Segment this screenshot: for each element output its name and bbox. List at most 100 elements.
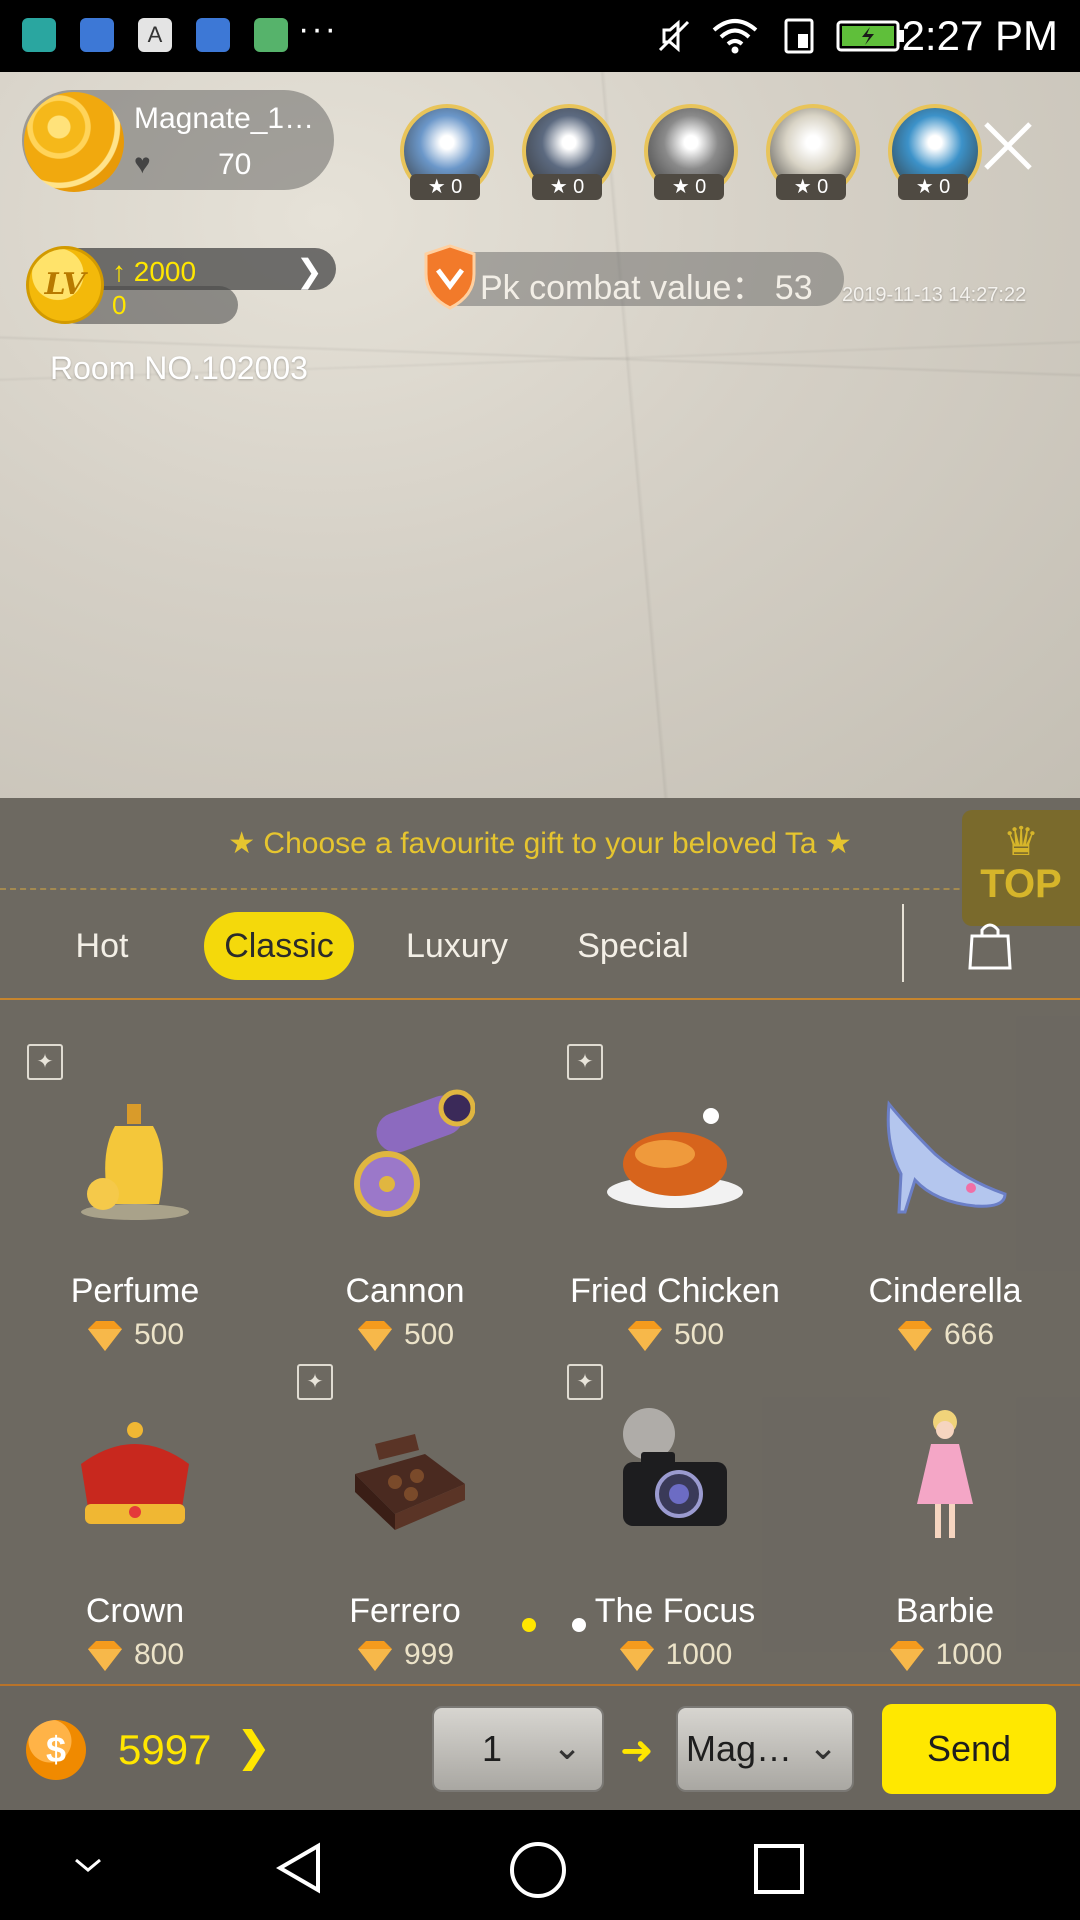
back-icon[interactable] xyxy=(272,1840,328,1896)
page-indicator-active xyxy=(522,1618,536,1632)
tab-special[interactable]: Special xyxy=(572,912,694,980)
chevron-down-icon[interactable] xyxy=(72,1856,104,1876)
home-icon[interactable] xyxy=(508,1840,568,1900)
coin-balance[interactable]: 5997 xyxy=(118,1726,211,1774)
chevron-right-icon[interactable]: ❯ xyxy=(236,1722,271,1771)
tab-hot[interactable]: Hot xyxy=(60,912,144,980)
close-icon[interactable] xyxy=(980,118,1036,174)
status-bar: A ··· 2:27 PM xyxy=(0,0,1080,72)
effect-badge-icon: ✦ xyxy=(27,1044,63,1080)
crown-icon xyxy=(81,1422,189,1524)
top-button[interactable]: ♛ TOP xyxy=(962,810,1080,926)
gift-item-ferrero[interactable]: ✦ Ferrero 999 xyxy=(270,1364,540,1694)
timestamp: 2019-11-13 14:27:22 xyxy=(842,284,1027,306)
viewer-badge: ★ 0 xyxy=(776,174,846,200)
diamond-icon xyxy=(889,1641,924,1672)
viewer-badge: ★ 0 xyxy=(410,174,480,200)
gift-price: 1000 xyxy=(810,1638,1080,1673)
bag-icon[interactable] xyxy=(966,918,1014,972)
recipient-select[interactable]: Magn… ⌄ xyxy=(676,1706,854,1792)
gift-price: 500 xyxy=(270,1318,540,1353)
effect-badge-icon: ✦ xyxy=(297,1364,333,1400)
baidu-icon xyxy=(80,18,114,52)
gift-item-the-focus[interactable]: ✦ The Focus 1000 xyxy=(540,1364,810,1694)
sim-icon xyxy=(784,18,814,54)
wifi-icon xyxy=(712,19,758,54)
quantity-value: 1 xyxy=(482,1728,503,1769)
tab-classic[interactable]: Classic xyxy=(204,912,354,980)
send-button[interactable]: Send xyxy=(882,1704,1056,1794)
gift-price: 666 xyxy=(810,1318,1080,1353)
page-indicator xyxy=(572,1618,586,1632)
gift-item-crown[interactable]: Crown 800 xyxy=(0,1364,270,1694)
perfume-icon xyxy=(81,1104,189,1220)
heart-icon: ♥ xyxy=(134,148,151,179)
quantity-select[interactable]: 1 ⌄ xyxy=(432,1706,604,1792)
pk-combat-value: Pk combat value： 53 xyxy=(480,269,813,307)
gift-item-cannon[interactable]: Cannon 500 xyxy=(270,1044,540,1374)
gift-price: 999 xyxy=(270,1638,540,1673)
chevron-down-icon: ⌄ xyxy=(552,1726,583,1767)
gift-price: 500 xyxy=(540,1318,810,1353)
baidu-icon xyxy=(196,18,230,52)
clock: 2:27 PM xyxy=(901,12,1058,59)
effect-badge-icon: ✦ xyxy=(567,1364,603,1400)
more-notifications-icon: ··· xyxy=(298,10,338,48)
divider xyxy=(902,904,904,982)
gift-item-fried-chicken[interactable]: ✦ Fried Chicken 500 xyxy=(540,1044,810,1374)
android-debug-icon xyxy=(22,18,56,52)
recents-icon[interactable] xyxy=(752,1842,806,1896)
diamond-icon xyxy=(897,1321,932,1352)
gift-item-cinderella[interactable]: Cinderella 666 xyxy=(810,1044,1080,1374)
viewer-badge: ★ 0 xyxy=(898,174,968,200)
gift-price: 1000 xyxy=(540,1638,810,1673)
viewer-badge: ★ 0 xyxy=(654,174,724,200)
diamond-icon xyxy=(87,1641,122,1672)
chevron-right-icon[interactable]: ❯ xyxy=(296,252,323,290)
gift-name: Perfume xyxy=(70,1272,200,1310)
gift-item-perfume[interactable]: ✦ Perfume 500 xyxy=(0,1044,270,1374)
recipient-value: Magn… xyxy=(686,1728,802,1769)
gift-panel-tagline: ★ Choose a favourite gift to your belove… xyxy=(228,827,852,860)
arrow-right-icon: ➜ xyxy=(620,1729,654,1773)
gift-price: 500 xyxy=(0,1318,270,1353)
maps-icon xyxy=(254,18,288,52)
glass-slipper-icon xyxy=(886,1100,1007,1214)
host-name: Magnate_1… xyxy=(134,102,315,135)
doll-icon xyxy=(917,1410,973,1538)
camera-icon xyxy=(623,1408,727,1526)
fried-chicken-icon xyxy=(607,1108,743,1208)
gift-name: Cannon xyxy=(345,1272,465,1310)
level-current: 0 xyxy=(112,290,127,320)
diamond-icon xyxy=(87,1321,122,1352)
shield-icon xyxy=(424,244,476,310)
crown-icon: ♛ xyxy=(1003,820,1039,864)
cannon-icon xyxy=(354,1089,475,1217)
host-fans-count: 70 xyxy=(218,148,252,181)
diamond-icon xyxy=(627,1321,662,1352)
divider xyxy=(0,888,1080,890)
gift-name: Crown xyxy=(85,1592,185,1630)
navigation-bar xyxy=(0,1810,1080,1920)
gift-name: Barbie xyxy=(895,1592,995,1630)
diamond-icon xyxy=(357,1321,392,1352)
coin-icon: $ xyxy=(26,1720,86,1780)
battery-icon xyxy=(836,20,904,52)
room-number: Room NO.102003 xyxy=(50,350,308,386)
diamond-icon xyxy=(357,1641,392,1672)
diamond-icon xyxy=(619,1641,654,1672)
tab-luxury[interactable]: Luxury xyxy=(400,912,514,980)
viewer-badge: ★ 0 xyxy=(532,174,602,200)
level-target: ↑ 2000 xyxy=(112,256,197,287)
text-input-icon: A xyxy=(138,18,172,52)
top-label: TOP xyxy=(980,862,1062,906)
effect-badge-icon: ✦ xyxy=(567,1044,603,1080)
mute-icon xyxy=(658,19,690,53)
host-avatar[interactable] xyxy=(24,92,124,192)
gift-price: 800 xyxy=(0,1638,270,1673)
divider xyxy=(0,998,1080,1000)
chocolate-box-icon xyxy=(355,1434,465,1530)
gift-name: Fried Chicken xyxy=(570,1272,780,1310)
gift-item-barbie[interactable]: Barbie 1000 xyxy=(810,1364,1080,1694)
gift-name: Cinderella xyxy=(868,1272,1022,1310)
